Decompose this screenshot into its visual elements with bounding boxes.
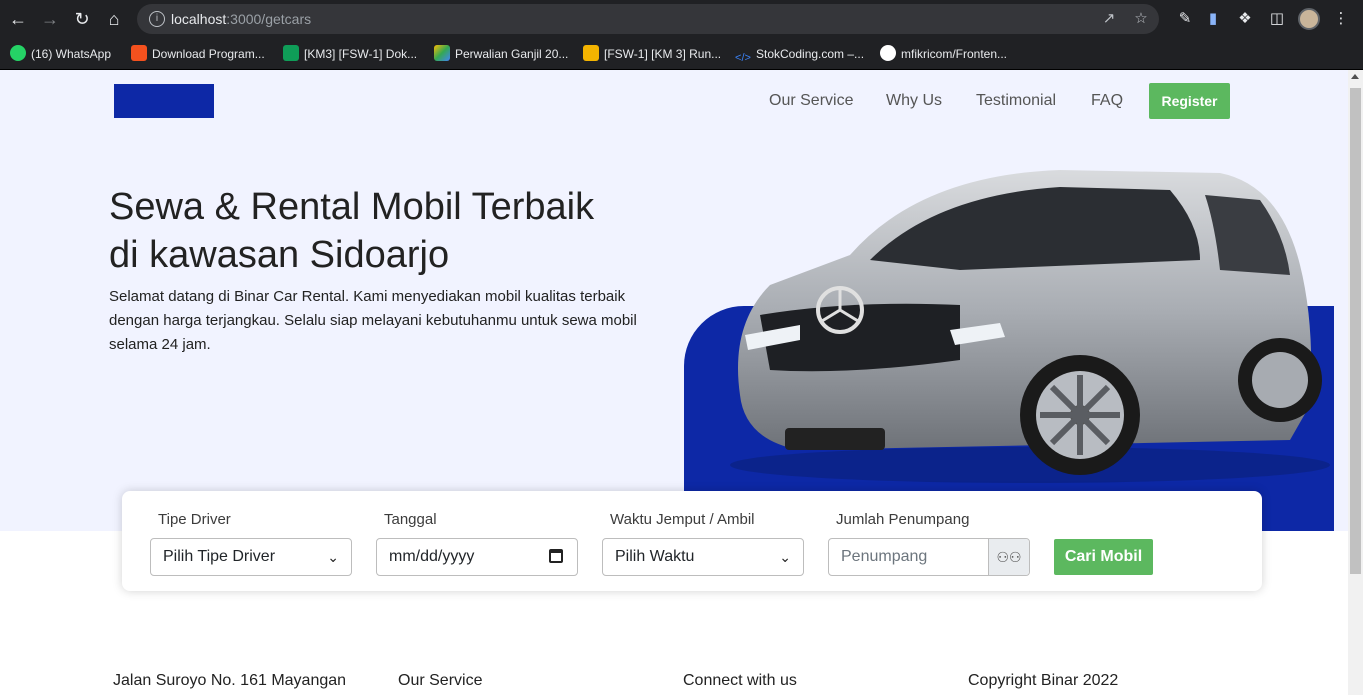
date-input-value: mm/dd/yyyy bbox=[389, 548, 475, 565]
car-image bbox=[730, 170, 1330, 483]
sheets-icon bbox=[283, 45, 299, 61]
driver-label: Tipe Driver bbox=[158, 511, 231, 528]
bookmark-download-program[interactable]: Download Program... bbox=[131, 44, 265, 64]
bookmark-stokcoding[interactable]: </> StokCoding.com –... bbox=[735, 44, 864, 64]
passenger-input[interactable]: Penumpang bbox=[829, 539, 989, 575]
hero-title: Sewa & Rental Mobil Terbaik di kawasan Si… bbox=[109, 186, 595, 276]
home-icon[interactable]: ⌂ bbox=[102, 7, 126, 31]
bookmark-star-icon[interactable]: ☆ bbox=[1131, 9, 1151, 29]
forward-icon[interactable]: → bbox=[38, 7, 62, 31]
nav-faq[interactable]: FAQ bbox=[1091, 92, 1123, 110]
footer-address: Jalan Suroyo No. 161 Mayangan bbox=[113, 672, 347, 689]
code-icon: </> bbox=[735, 52, 751, 64]
extensions-puzzle-icon[interactable]: ❖ bbox=[1234, 8, 1256, 30]
logo[interactable] bbox=[114, 84, 214, 118]
page-scrollbar[interactable] bbox=[1348, 70, 1363, 695]
date-label: Tanggal bbox=[384, 511, 437, 528]
nav-testimonial[interactable]: Testimonial bbox=[976, 92, 1056, 110]
extension-pen-icon[interactable]: ✎ bbox=[1174, 8, 1196, 30]
time-select-value: Pilih Waktu bbox=[615, 548, 695, 565]
time-label: Waktu Jemput / Ambil bbox=[610, 511, 755, 528]
date-input[interactable]: mm/dd/yyyy bbox=[376, 538, 578, 576]
drive-icon bbox=[434, 45, 450, 61]
passenger-label: Jumlah Penumpang bbox=[836, 511, 970, 528]
register-button[interactable]: Register bbox=[1149, 83, 1230, 119]
extension-doc-icon[interactable]: ▮ bbox=[1202, 8, 1224, 30]
search-card: Tipe Driver Pilih Tipe Driver ⌄ Tanggal … bbox=[122, 491, 1262, 591]
bookmark-whatsapp[interactable]: (16) WhatsApp bbox=[10, 44, 111, 64]
driver-select[interactable]: Pilih Tipe Driver ⌄ bbox=[150, 538, 352, 576]
github-icon bbox=[880, 45, 896, 61]
nav-why-us[interactable]: Why Us bbox=[886, 92, 942, 110]
bookmark-km3-dok[interactable]: [KM3] [FSW-1] Dok... bbox=[283, 44, 417, 64]
scroll-up-arrow-icon[interactable] bbox=[1351, 74, 1359, 79]
bookmark-fsw-run[interactable]: [FSW-1] [KM 3] Run... bbox=[583, 44, 721, 64]
bookmark-perwalian[interactable]: Perwalian Ganjil 20... bbox=[434, 44, 568, 64]
blogger-icon bbox=[131, 45, 147, 61]
site-info-icon[interactable]: i bbox=[149, 11, 165, 27]
reload-icon[interactable]: ↻ bbox=[70, 7, 94, 31]
search-car-button[interactable]: Cari Mobil bbox=[1054, 539, 1153, 575]
url-text: localhost:3000/getcars bbox=[171, 11, 312, 27]
browser-menu-icon[interactable]: ⋮ bbox=[1330, 8, 1352, 30]
passenger-input-group: Penumpang ⚇⚇ bbox=[828, 538, 1030, 576]
hero-description: Selamat datang di Binar Car Rental. Kami… bbox=[109, 288, 637, 353]
profile-avatar[interactable] bbox=[1298, 8, 1320, 30]
chevron-down-icon: ⌄ bbox=[779, 549, 791, 565]
back-icon[interactable]: ← bbox=[6, 7, 30, 31]
slides-icon bbox=[583, 45, 599, 61]
chevron-down-icon: ⌄ bbox=[327, 549, 339, 565]
whatsapp-icon bbox=[10, 45, 26, 61]
footer-our-service: Our Service bbox=[398, 672, 483, 689]
time-select[interactable]: Pilih Waktu ⌄ bbox=[602, 538, 804, 576]
page: Our Service Why Us Testimonial FAQ Regis… bbox=[0, 70, 1348, 695]
footer-connect: Connect with us bbox=[683, 672, 797, 689]
nav-our-service[interactable]: Our Service bbox=[769, 92, 853, 110]
driver-select-value: Pilih Tipe Driver bbox=[163, 548, 276, 565]
hero-section: Our Service Why Us Testimonial FAQ Regis… bbox=[0, 70, 1348, 531]
users-icon: ⚇⚇ bbox=[988, 539, 1029, 575]
bookmark-github[interactable]: mfikricom/Fronten... bbox=[880, 44, 1007, 64]
share-icon[interactable]: ↗ bbox=[1099, 9, 1119, 29]
side-panel-icon[interactable]: ◫ bbox=[1266, 8, 1288, 30]
browser-toolbar: ← → ↻ ⌂ i localhost:3000/getcars ↗ ☆ ✎ ▮… bbox=[0, 0, 1363, 37]
footer-copyright: Copyright Binar 2022 bbox=[968, 672, 1119, 689]
calendar-icon[interactable] bbox=[549, 549, 563, 563]
bookmarks-bar: (16) WhatsApp Download Program... [KM3] … bbox=[0, 37, 1363, 70]
scroll-thumb[interactable] bbox=[1350, 88, 1361, 574]
address-bar[interactable]: i localhost:3000/getcars ↗ ☆ bbox=[137, 4, 1159, 34]
